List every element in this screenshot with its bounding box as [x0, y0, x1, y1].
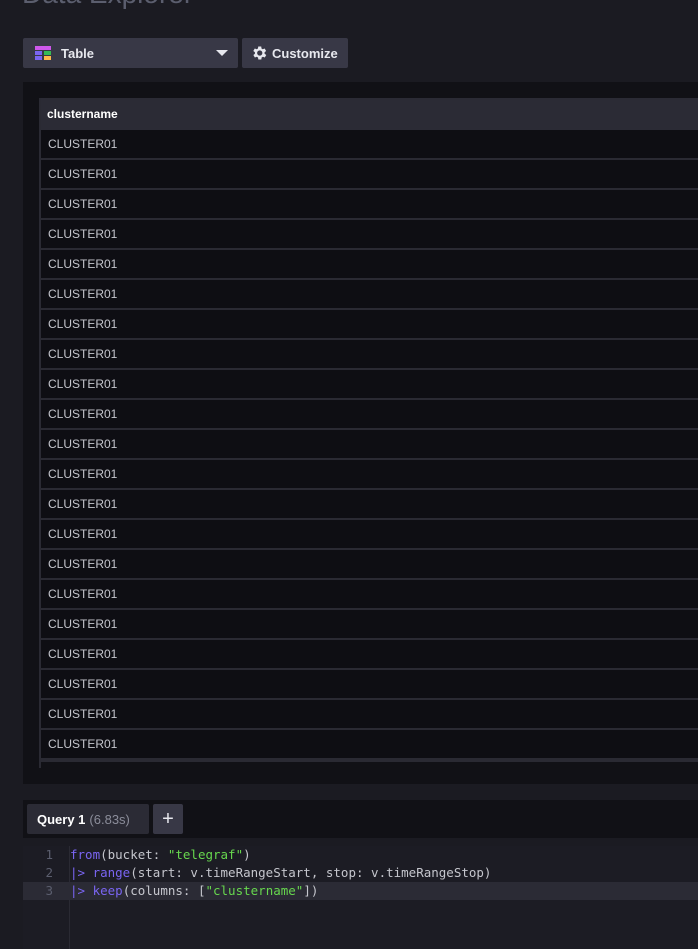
- code-token: "telegraf": [167, 847, 244, 862]
- table-body: CLUSTER01 CLUSTER01 CLUSTER01 CLUSTER01 CLUS…: [41, 130, 698, 760]
- table-row: CLUSTER01: [41, 340, 698, 370]
- table-panel: clustername CLUSTER01 CLUSTER01 CLUSTER01 C…: [23, 82, 698, 784]
- table-row: CLUSTER01: [41, 490, 698, 520]
- table-cell-clustername: CLUSTER01: [48, 257, 118, 271]
- table-row: CLUSTER01: [41, 220, 698, 250]
- table-cell-clustername: CLUSTER01: [48, 587, 118, 601]
- flux-code-editor[interactable]: 1 from(bucket: "telegraf") 2 |> range(start…: [23, 846, 698, 949]
- table-cell-clustername: CLUSTER01: [48, 137, 118, 151]
- visualization-type-dropdown[interactable]: Table: [23, 38, 238, 68]
- table-cell-clustername: CLUSTER01: [48, 497, 118, 511]
- table-cell-clustername: CLUSTER01: [48, 557, 118, 571]
- line-number: 2: [45, 865, 53, 880]
- chevron-down-icon: [216, 50, 228, 56]
- tab-query-1[interactable]: Query 1 (6.83s): [27, 804, 149, 834]
- code-token: |>: [70, 883, 93, 898]
- table-cell-clustername: CLUSTER01: [48, 197, 118, 211]
- code-token: "clustername": [205, 883, 304, 898]
- table-row: CLUSTER01: [41, 130, 698, 160]
- results-table: clustername CLUSTER01 CLUSTER01 CLUSTER01 C…: [39, 98, 698, 768]
- page-title: Data Explorer: [22, 0, 193, 10]
- table-row: CLUSTER01: [41, 460, 698, 490]
- code-token: (bucket:: [100, 847, 168, 862]
- code-token: range: [92, 865, 131, 880]
- code-text: |> range(start: v.timeRangeStart, stop: …: [70, 864, 491, 882]
- line-number: 3: [45, 883, 53, 898]
- table-cell-clustername: CLUSTER01: [48, 377, 118, 391]
- code-line[interactable]: 1 from(bucket: "telegraf"): [23, 846, 698, 864]
- table-row: CLUSTER01: [41, 310, 698, 340]
- table-row: CLUSTER01: [41, 580, 698, 610]
- table-row: CLUSTER01: [41, 190, 698, 220]
- table-cell-clustername: CLUSTER01: [48, 227, 118, 241]
- add-query-button[interactable]: +: [153, 804, 183, 834]
- table-cell-clustername: CLUSTER01: [48, 737, 118, 751]
- code-token: |>: [70, 865, 93, 880]
- visualization-type-label: Table: [61, 45, 94, 61]
- table-row: CLUSTER01: [41, 250, 698, 280]
- gear-icon: [253, 46, 267, 60]
- table-row: CLUSTER01: [41, 160, 698, 190]
- code-text: from(bucket: "telegraf"): [70, 846, 251, 864]
- table-row: CLUSTER01: [41, 610, 698, 640]
- table-cell-clustername: CLUSTER01: [48, 287, 118, 301]
- table-row: CLUSTER01: [41, 370, 698, 400]
- table-row: CLUSTER01: [41, 400, 698, 430]
- customize-button[interactable]: Customize: [242, 38, 348, 68]
- table-cell-clustername: CLUSTER01: [48, 647, 118, 661]
- code-token: (columns: [: [122, 883, 206, 898]
- table-row: CLUSTER01: [41, 520, 698, 550]
- code-line[interactable]: 2 |> range(start: v.timeRangeStart, stop:…: [23, 864, 698, 882]
- query-tab-time: (6.83s): [89, 811, 130, 827]
- code-token: ): [243, 847, 251, 862]
- query-tabs-bar: Query 1 (6.83s) +: [23, 800, 698, 838]
- query-tab-name: Query 1: [37, 811, 86, 827]
- table-cell-clustername: CLUSTER01: [48, 527, 118, 541]
- code-token: (start: v.timeRangeStart, stop: v.timeRa…: [130, 865, 492, 880]
- column-header-clustername[interactable]: clustername: [41, 98, 698, 130]
- table-row: CLUSTER01: [41, 670, 698, 700]
- code-token: keep: [92, 883, 123, 898]
- table-row: CLUSTER01: [41, 700, 698, 730]
- table-cell-clustername: CLUSTER01: [48, 617, 118, 631]
- code-line[interactable]: 3 |> keep(columns: ["clustername"]): [23, 882, 698, 900]
- table-cell-clustername: CLUSTER01: [48, 347, 118, 361]
- table-cell-clustername: CLUSTER01: [48, 707, 118, 721]
- table-cell-clustername: CLUSTER01: [48, 167, 118, 181]
- table-cell-clustername: CLUSTER01: [48, 407, 118, 421]
- table-icon: [35, 46, 51, 60]
- table-row: CLUSTER01: [41, 430, 698, 460]
- table-cell-clustername: CLUSTER01: [48, 467, 118, 481]
- line-number: 1: [45, 847, 53, 862]
- table-scrollbar[interactable]: [41, 760, 698, 768]
- table-row: CLUSTER01: [41, 730, 698, 760]
- table-row: CLUSTER01: [41, 640, 698, 670]
- table-row: CLUSTER01: [41, 550, 698, 580]
- code-text: |> keep(columns: ["clustername"]): [70, 882, 318, 900]
- table-cell-clustername: CLUSTER01: [48, 437, 118, 451]
- customize-label: Customize: [272, 45, 338, 61]
- code-token: from: [70, 847, 101, 862]
- code-token: ]): [303, 883, 319, 898]
- table-cell-clustername: CLUSTER01: [48, 677, 118, 691]
- table-cell-clustername: CLUSTER01: [48, 317, 118, 331]
- table-row: CLUSTER01: [41, 280, 698, 310]
